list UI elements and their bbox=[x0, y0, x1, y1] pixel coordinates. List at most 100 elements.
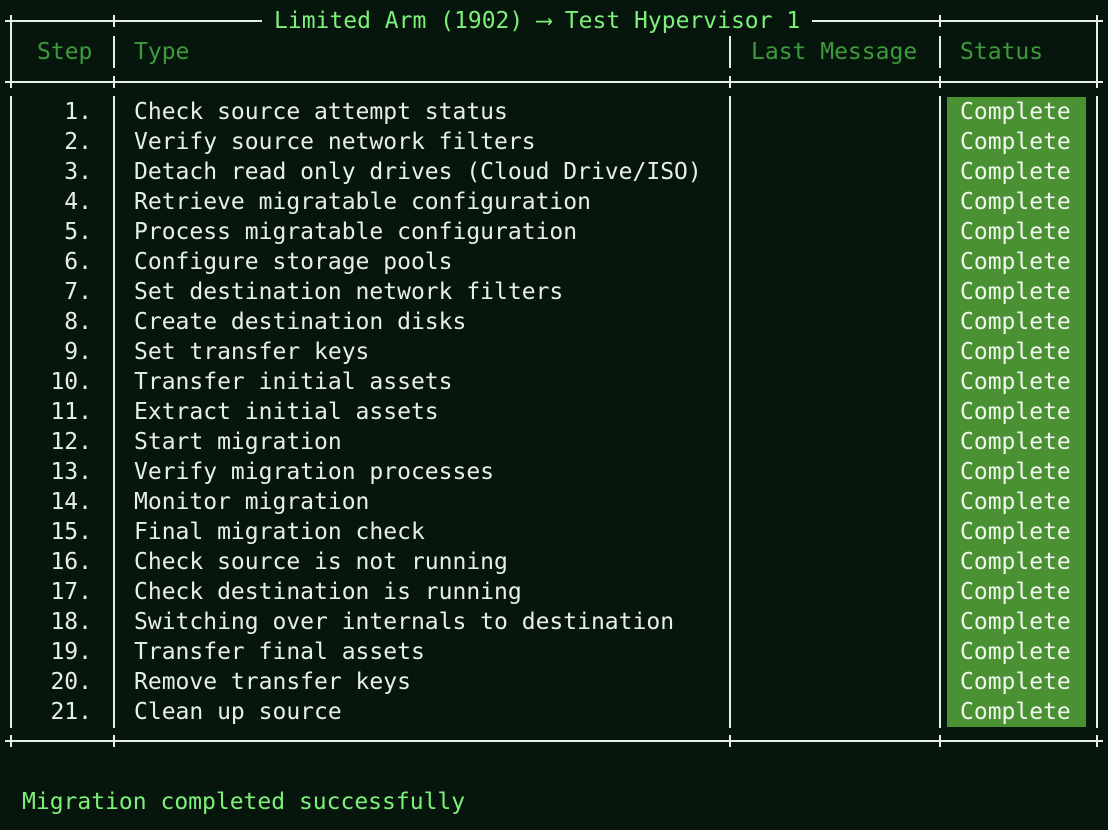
column-header-type: Type bbox=[134, 39, 190, 65]
junction-bottom-right bbox=[1091, 735, 1103, 747]
step-number: 2. bbox=[64, 129, 92, 155]
table-row: 13. Verify migration processes Complete bbox=[0, 457, 1108, 487]
step-last-message bbox=[736, 457, 936, 487]
junction-top-step bbox=[108, 15, 120, 27]
status-badge: Complete bbox=[947, 667, 1086, 697]
step-number: 4. bbox=[64, 189, 92, 215]
col-divider-type-header bbox=[729, 36, 731, 68]
status-badge: Complete bbox=[947, 487, 1086, 517]
status-badge: Complete bbox=[947, 247, 1086, 277]
status-badge: Complete bbox=[947, 337, 1086, 367]
step-last-message bbox=[736, 157, 936, 187]
step-type: Check source attempt status bbox=[134, 99, 508, 125]
column-header-status: Status bbox=[960, 39, 1044, 65]
table-row: 11. Extract initial assets Complete bbox=[0, 397, 1108, 427]
table-row: 19. Transfer final assets Complete bbox=[0, 637, 1108, 667]
step-last-message bbox=[736, 667, 936, 697]
step-last-message bbox=[736, 577, 936, 607]
junction-top-left bbox=[5, 15, 17, 27]
step-last-message bbox=[736, 247, 936, 277]
junction-bottom-msg bbox=[934, 735, 946, 747]
step-last-message bbox=[736, 187, 936, 217]
step-number: 3. bbox=[64, 159, 92, 185]
table-row: 3. Detach read only drives (Cloud Drive/… bbox=[0, 157, 1108, 187]
right-border-header bbox=[1096, 21, 1098, 81]
col-divider-step-header bbox=[113, 36, 115, 68]
table-row: 12. Start migration Complete bbox=[0, 427, 1108, 457]
status-badge: Complete bbox=[947, 157, 1086, 187]
step-number: 21. bbox=[50, 699, 92, 725]
step-type: Final migration check bbox=[134, 519, 425, 545]
step-last-message bbox=[736, 637, 936, 667]
table-row: 14. Monitor migration Complete bbox=[0, 487, 1108, 517]
step-type: Set destination network filters bbox=[134, 279, 564, 305]
step-last-message bbox=[736, 127, 936, 157]
step-last-message bbox=[736, 97, 936, 127]
junction-mid-msg bbox=[934, 76, 946, 88]
junction-bottom-left bbox=[5, 735, 17, 747]
step-type: Create destination disks bbox=[134, 309, 467, 335]
step-last-message bbox=[736, 427, 936, 457]
step-type: Process migratable configuration bbox=[134, 219, 578, 245]
step-last-message bbox=[736, 547, 936, 577]
status-badge: Complete bbox=[947, 697, 1086, 727]
step-number: 16. bbox=[50, 549, 92, 575]
status-badge: Complete bbox=[947, 367, 1086, 397]
step-type: Transfer final assets bbox=[134, 639, 425, 665]
step-last-message bbox=[736, 397, 936, 427]
table-row: 9. Set transfer keys Complete bbox=[0, 337, 1108, 367]
junction-bottom-type bbox=[724, 735, 736, 747]
step-number: 10. bbox=[50, 369, 92, 395]
status-badge: Complete bbox=[947, 577, 1086, 607]
table-row: 2. Verify source network filters Complet… bbox=[0, 127, 1108, 157]
status-badge: Complete bbox=[947, 97, 1086, 127]
junction-mid-right bbox=[1091, 76, 1103, 88]
step-type: Extract initial assets bbox=[134, 399, 439, 425]
step-last-message bbox=[736, 487, 936, 517]
step-type: Monitor migration bbox=[134, 489, 370, 515]
step-number: 5. bbox=[64, 219, 92, 245]
table-row: 10. Transfer initial assets Complete bbox=[0, 367, 1108, 397]
step-last-message bbox=[736, 217, 936, 247]
step-type: Switching over internals to destination bbox=[134, 609, 675, 635]
step-type: Configure storage pools bbox=[134, 249, 453, 275]
table-row: 8. Create destination disks Complete bbox=[0, 307, 1108, 337]
status-badge: Complete bbox=[947, 187, 1086, 217]
step-number: 8. bbox=[64, 309, 92, 335]
step-number: 18. bbox=[50, 609, 92, 635]
column-header-step: Step bbox=[37, 39, 93, 65]
status-badge: Complete bbox=[947, 517, 1086, 547]
left-border-header bbox=[10, 21, 12, 81]
step-number: 15. bbox=[50, 519, 92, 545]
step-last-message bbox=[736, 517, 936, 547]
column-header-last-message: Last Message bbox=[751, 39, 918, 65]
status-badge: Complete bbox=[947, 427, 1086, 457]
step-number: 13. bbox=[50, 459, 92, 485]
junction-mid-type bbox=[724, 76, 736, 88]
table-row: 7. Set destination network filters Compl… bbox=[0, 277, 1108, 307]
status-badge: Complete bbox=[947, 277, 1086, 307]
status-badge: Complete bbox=[947, 307, 1086, 337]
status-badge: Complete bbox=[947, 607, 1086, 637]
step-number: 6. bbox=[64, 249, 92, 275]
step-type: Detach read only drives (Cloud Drive/ISO… bbox=[134, 159, 702, 185]
step-last-message bbox=[736, 277, 936, 307]
junction-mid-step bbox=[108, 76, 120, 88]
step-type: Remove transfer keys bbox=[134, 669, 411, 695]
step-type: Clean up source bbox=[134, 699, 342, 725]
status-badge: Complete bbox=[947, 397, 1086, 427]
junction-top-right bbox=[1091, 15, 1103, 27]
step-last-message bbox=[736, 307, 936, 337]
step-last-message bbox=[736, 337, 936, 367]
table-row: 15. Final migration check Complete bbox=[0, 517, 1108, 547]
status-badge: Complete bbox=[947, 547, 1086, 577]
junction-top-msg bbox=[934, 15, 946, 27]
table-row: 4. Retrieve migratable configuration Com… bbox=[0, 187, 1108, 217]
step-number: 20. bbox=[50, 669, 92, 695]
step-number: 11. bbox=[50, 399, 92, 425]
status-badge: Complete bbox=[947, 217, 1086, 247]
table-row: 1. Check source attempt status Complete bbox=[0, 97, 1108, 127]
table-row: 5. Process migratable configuration Comp… bbox=[0, 217, 1108, 247]
step-type: Verify source network filters bbox=[134, 129, 536, 155]
step-type: Start migration bbox=[134, 429, 342, 455]
